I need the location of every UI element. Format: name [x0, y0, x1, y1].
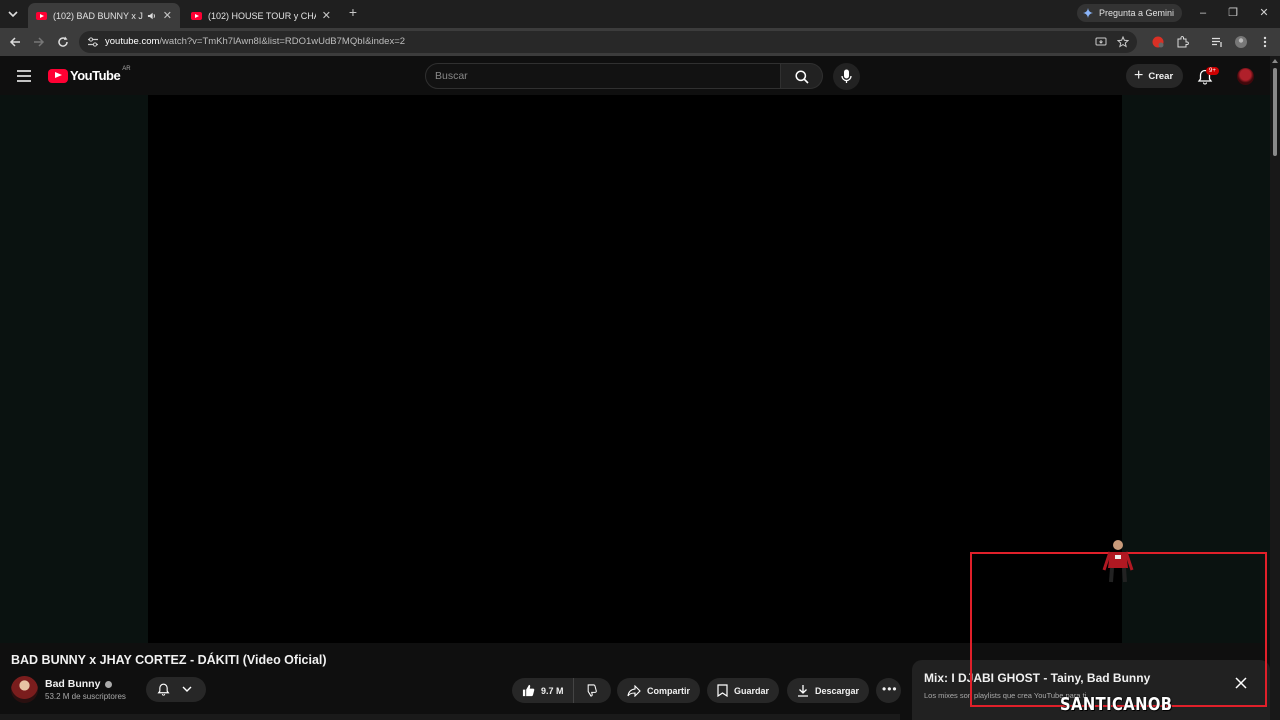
- like-dislike-group: 9.7 M: [512, 678, 611, 703]
- plus-icon: +: [1134, 67, 1144, 84]
- like-count: 9.7 M: [541, 685, 564, 696]
- below-fold-edge: [0, 714, 900, 720]
- create-label: Crear: [1148, 70, 1174, 82]
- scrollbar-thumb[interactable]: [1273, 68, 1277, 156]
- youtube-wordmark: YouTube: [70, 68, 121, 83]
- scroll-up-arrow-icon[interactable]: [1272, 59, 1278, 63]
- search-input[interactable]: [426, 64, 780, 88]
- youtube-favicon-icon: [191, 11, 202, 20]
- gemini-star-icon: [1083, 8, 1093, 18]
- save-label: Guardar: [734, 685, 770, 696]
- browser-toolbar: youtube.com/watch?v=TmKh7lAwn8I&list=RDO…: [0, 28, 1280, 56]
- tab-title: (102) HOUSE TOUR y CHARLA: [208, 10, 316, 21]
- browser-tab-active[interactable]: (102) BAD BUNNY x JHAY C ✕: [28, 3, 180, 28]
- extension-red-icon[interactable]: [1151, 35, 1165, 49]
- forward-arrow-icon[interactable]: [32, 35, 46, 49]
- share-arrow-icon: [627, 684, 641, 697]
- video-title: BAD BUNNY x JHAY CORTEZ - DÁKITI (Video …: [11, 653, 327, 667]
- country-code: AR: [122, 66, 131, 72]
- download-icon: [798, 685, 808, 697]
- browser-tab-2[interactable]: (102) HOUSE TOUR y CHARLA ✕: [183, 3, 339, 28]
- notification-badge: 9+: [1206, 67, 1219, 75]
- address-bar[interactable]: youtube.com/watch?v=TmKh7lAwn8I&list=RDO…: [79, 31, 1137, 53]
- gemini-button[interactable]: Pregunta a Gemini: [1077, 4, 1183, 22]
- restore-icon[interactable]: ❐: [1226, 6, 1240, 20]
- chevron-down-icon: [182, 686, 192, 692]
- hamburger-menu-icon[interactable]: [17, 70, 31, 82]
- gemini-label: Pregunta a Gemini: [1099, 8, 1175, 18]
- bookmark-star-icon[interactable]: [1117, 36, 1129, 48]
- close-tab-icon[interactable]: ✕: [316, 9, 331, 22]
- page-scrollbar[interactable]: [1270, 56, 1280, 720]
- like-button[interactable]: 9.7 M: [512, 678, 574, 703]
- thumbs-down-icon: [587, 684, 597, 697]
- share-button[interactable]: Compartir: [617, 678, 701, 703]
- bell-icon: [157, 683, 170, 696]
- channel-name-row[interactable]: Bad Bunny: [45, 678, 113, 690]
- streamer-name: SANTICANOB: [1060, 694, 1173, 715]
- more-actions-button[interactable]: •••: [876, 678, 901, 703]
- search-button[interactable]: [781, 63, 823, 89]
- close-tab-icon[interactable]: ✕: [157, 9, 172, 22]
- extensions-puzzle-icon[interactable]: [1175, 35, 1189, 49]
- save-button[interactable]: Guardar: [707, 678, 780, 703]
- tab-title: (102) BAD BUNNY x JHAY C: [53, 10, 143, 21]
- close-window-icon[interactable]: ✕: [1257, 6, 1271, 20]
- back-arrow-icon[interactable]: [8, 35, 22, 49]
- speaker-icon[interactable]: [147, 11, 156, 21]
- verified-icon: [105, 680, 113, 688]
- download-button[interactable]: Descargar: [787, 678, 870, 703]
- streamer-mascot-image: [1102, 540, 1134, 583]
- minimize-icon[interactable]: –: [1196, 6, 1210, 20]
- media-controls-icon[interactable]: [1210, 35, 1224, 49]
- url-text: youtube.com/watch?v=TmKh7lAwn8I&list=RDO…: [105, 36, 405, 47]
- url-host: youtube.com: [105, 36, 160, 47]
- download-label: Descargar: [815, 685, 860, 696]
- youtube-masthead: YouTube AR + Crear 9+: [0, 56, 1280, 95]
- new-tab-button[interactable]: +: [346, 5, 360, 19]
- browser-tab-strip: (102) BAD BUNNY x JHAY C ✕ (102) HOUSE T…: [0, 0, 1280, 28]
- thumbs-up-icon: [522, 684, 535, 697]
- youtube-play-icon: [48, 68, 68, 83]
- search-icon: [795, 70, 809, 84]
- voice-search-button[interactable]: [833, 63, 860, 90]
- channel-avatar[interactable]: [11, 676, 38, 703]
- browser-menu-icon[interactable]: [1258, 35, 1272, 49]
- youtube-favicon-icon: [36, 11, 47, 20]
- site-info-icon[interactable]: [87, 36, 99, 48]
- subscription-bell-button[interactable]: [146, 677, 206, 702]
- channel-name[interactable]: Bad Bunny: [45, 678, 100, 690]
- microphone-icon: [841, 69, 852, 83]
- dislike-button[interactable]: [574, 684, 603, 697]
- search-box: [425, 63, 781, 89]
- account-avatar[interactable]: [1237, 68, 1254, 85]
- install-app-icon[interactable]: [1095, 36, 1107, 48]
- share-label: Compartir: [647, 685, 691, 696]
- reload-icon[interactable]: [56, 35, 70, 49]
- more-horizontal-icon: •••: [882, 682, 898, 696]
- youtube-logo[interactable]: YouTube AR: [48, 66, 131, 83]
- create-button[interactable]: + Crear: [1126, 64, 1184, 88]
- profile-icon[interactable]: [1234, 35, 1248, 49]
- bookmark-icon: [717, 684, 728, 697]
- url-path: /watch?v=TmKh7lAwn8I&list=RDO1wUdB7MQbI&…: [159, 36, 406, 47]
- subscriber-count: 53.2 M de suscriptores: [45, 692, 126, 701]
- tab-search-chevron-icon[interactable]: [6, 7, 20, 21]
